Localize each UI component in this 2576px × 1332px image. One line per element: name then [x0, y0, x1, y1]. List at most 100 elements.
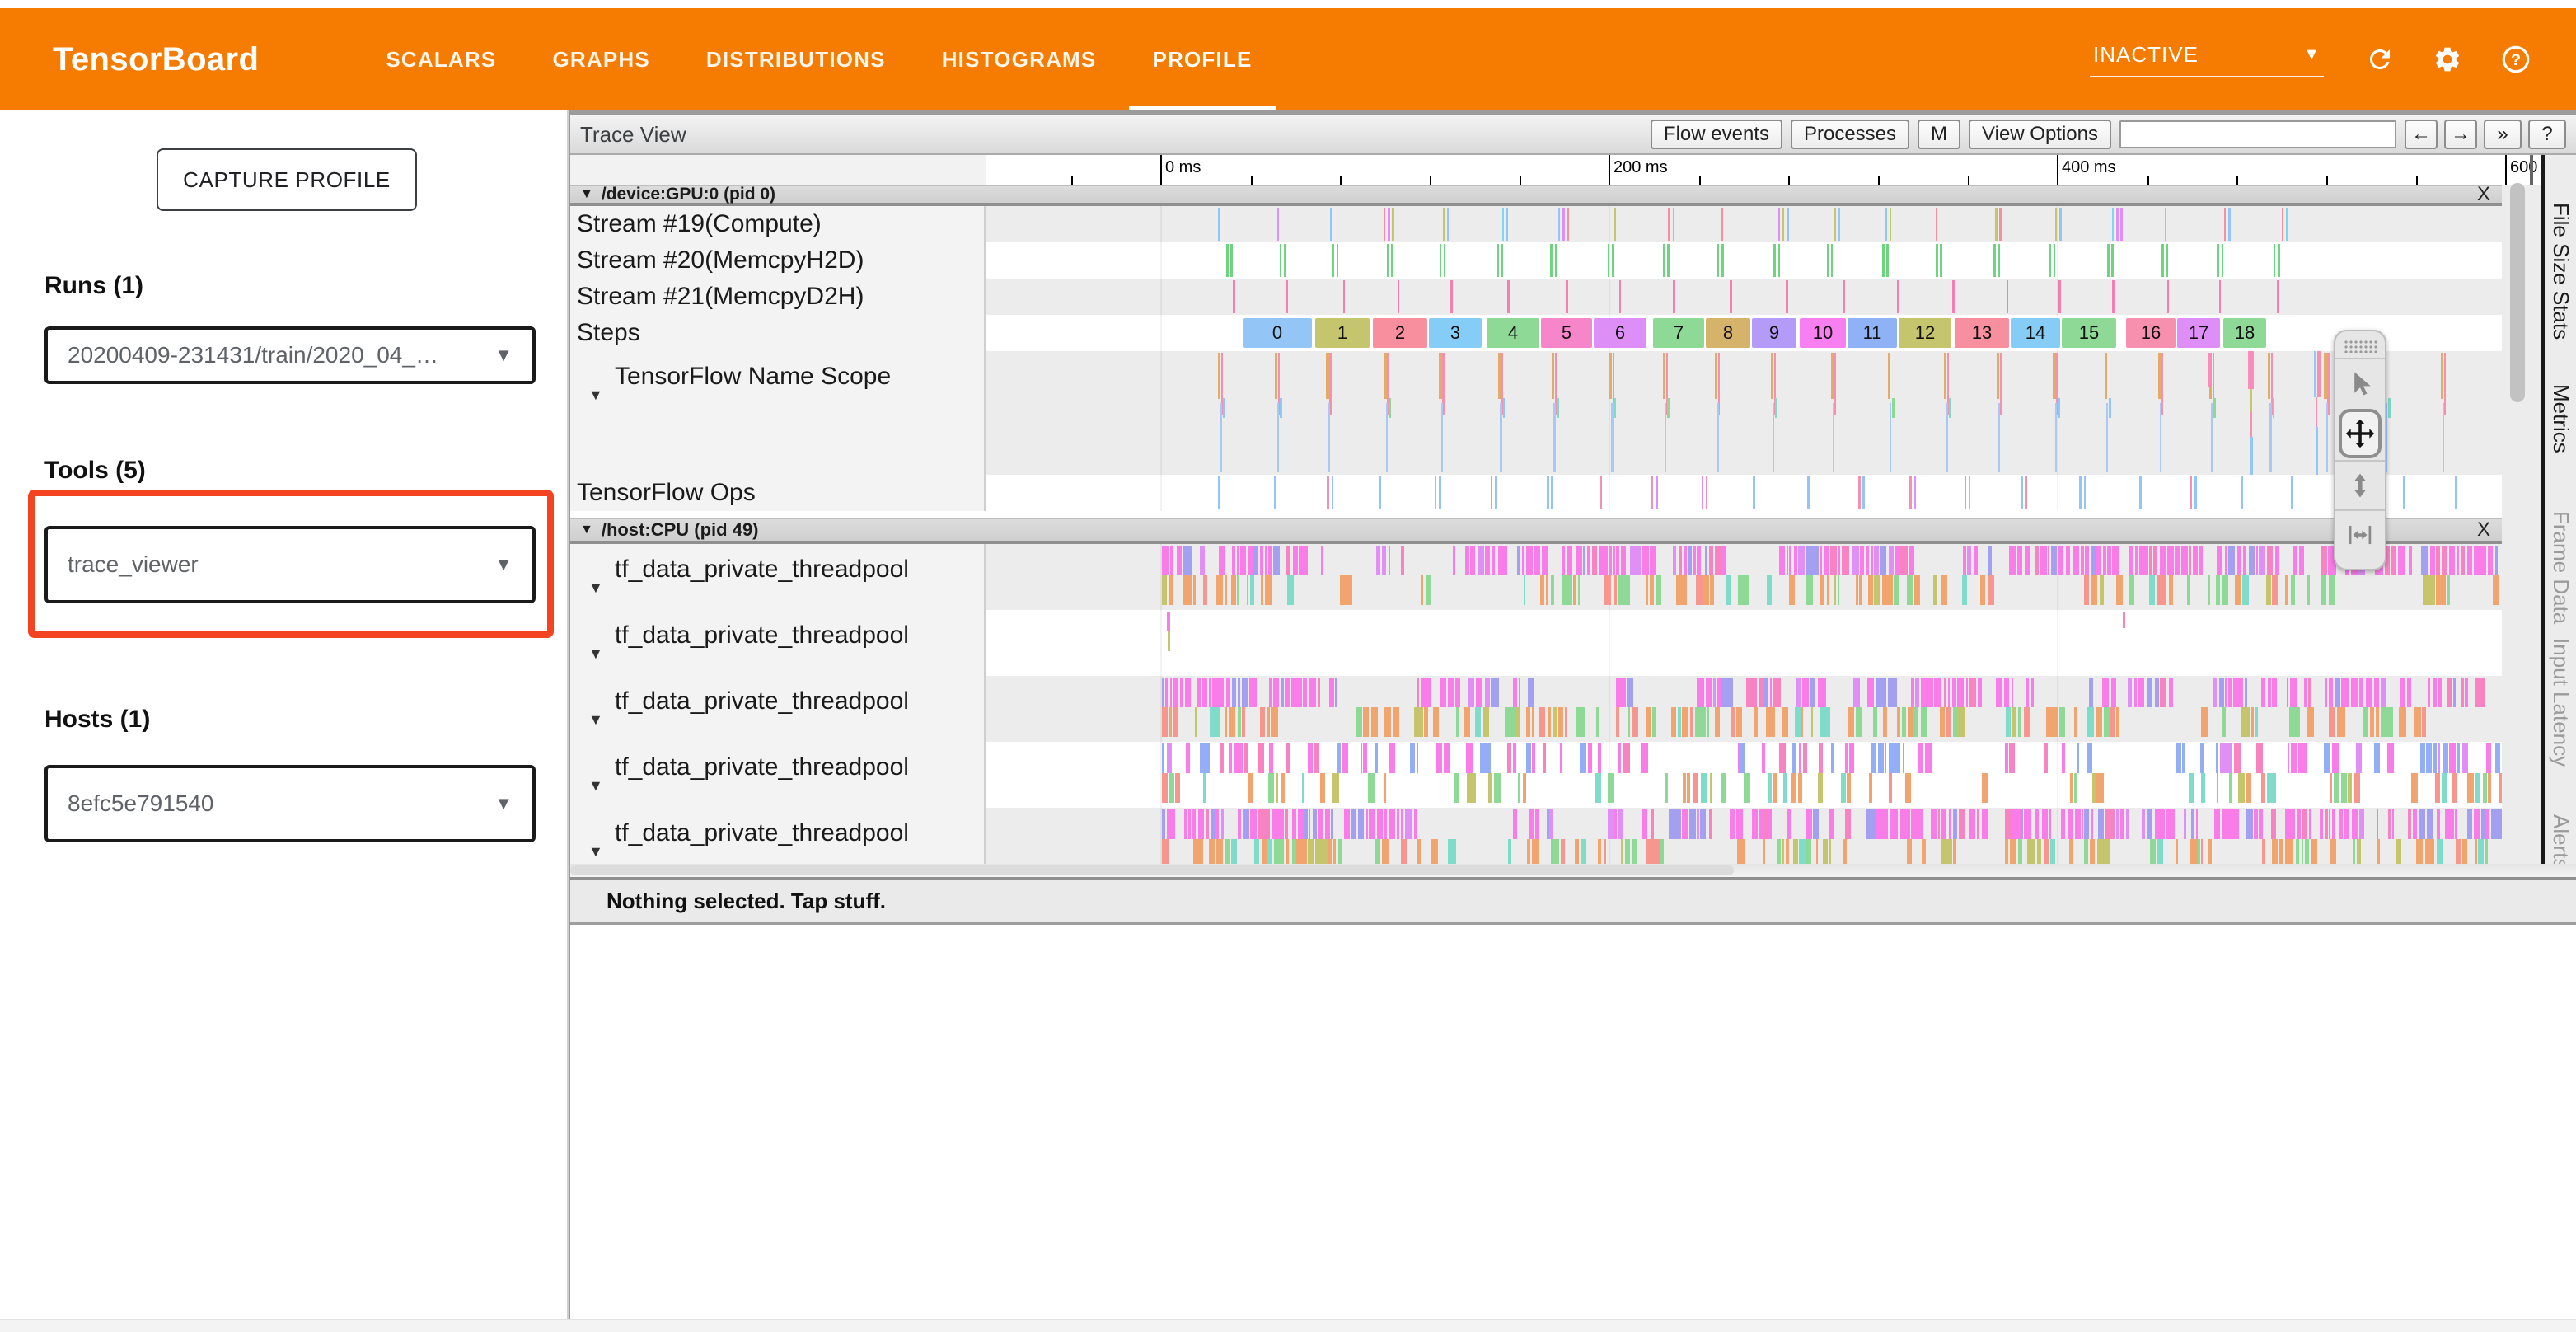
trace-event[interactable]: [1650, 575, 1654, 605]
trace-event[interactable]: [1849, 743, 1853, 773]
trace-event[interactable]: [1612, 244, 1614, 277]
trace-event[interactable]: [1436, 743, 1442, 773]
trace-event[interactable]: [2134, 678, 2137, 707]
trace-event[interactable]: [1966, 678, 1968, 707]
trace-event[interactable]: [2285, 839, 2293, 864]
zoom-tool-icon[interactable]: [2335, 460, 2385, 509]
trace-event[interactable]: [1853, 678, 1860, 707]
trace-event[interactable]: [1736, 707, 1743, 737]
trace-event[interactable]: [1250, 809, 1257, 839]
trace-event[interactable]: [2005, 743, 2009, 773]
trace-event[interactable]: [2403, 476, 2405, 509]
trace-event[interactable]: [1532, 743, 1535, 773]
trace-event[interactable]: [1248, 773, 1253, 803]
trace-event[interactable]: [1162, 743, 1164, 773]
trace-event[interactable]: [1847, 773, 1851, 803]
trace-event[interactable]: [2225, 546, 2227, 575]
trace-event[interactable]: [1281, 678, 1284, 707]
trace-event[interactable]: [2427, 809, 2433, 839]
trace-event[interactable]: [1562, 208, 1565, 241]
trace-event[interactable]: [1782, 839, 1784, 864]
trace-event[interactable]: [1162, 809, 1165, 839]
trace-event[interactable]: [1665, 403, 1666, 472]
trace-event[interactable]: [2452, 773, 2457, 803]
trace-event[interactable]: [2285, 809, 2295, 839]
trace-event[interactable]: [1223, 398, 1225, 418]
trace-event[interactable]: [1651, 809, 1654, 839]
trace-event[interactable]: [1706, 678, 1712, 707]
trace-event[interactable]: [1268, 546, 1272, 575]
trace-event[interactable]: [2455, 809, 2457, 839]
trace-event[interactable]: [2112, 280, 2115, 313]
trace-event[interactable]: [2229, 773, 2232, 803]
trace-event[interactable]: [1628, 707, 1630, 737]
trace-event[interactable]: [1343, 280, 1346, 313]
trace-event[interactable]: [2084, 575, 2089, 605]
trace-event[interactable]: [1948, 678, 1951, 707]
trace-event[interactable]: [2251, 707, 2254, 737]
trace-event[interactable]: [1233, 280, 1235, 313]
capture-profile-button[interactable]: CAPTURE PROFILE: [157, 148, 417, 211]
trace-event[interactable]: [1313, 809, 1317, 839]
trace-event[interactable]: [2332, 809, 2334, 839]
trace-event[interactable]: [2325, 809, 2328, 839]
track-timeline[interactable]: [986, 742, 2502, 808]
trace-event[interactable]: [1234, 743, 1244, 773]
trace-event[interactable]: [1889, 743, 1895, 773]
trace-event[interactable]: [2037, 839, 2041, 864]
trace-event[interactable]: [1328, 403, 1330, 472]
trace-event[interactable]: [2274, 244, 2276, 277]
trace-event[interactable]: [1226, 244, 1229, 277]
trace-event[interactable]: [2238, 773, 2245, 803]
trace-event[interactable]: [2075, 809, 2081, 839]
trace-event[interactable]: [1575, 839, 1579, 864]
trace-event[interactable]: [1500, 403, 1501, 472]
trace-event[interactable]: [1843, 280, 1845, 313]
trace-event[interactable]: [1789, 546, 1791, 575]
trace-event[interactable]: [1949, 809, 1951, 839]
trace-event[interactable]: [1444, 244, 1446, 277]
trace-event[interactable]: [2217, 546, 2223, 575]
trace-event[interactable]: [2025, 546, 2030, 575]
trace-event[interactable]: [1160, 475, 1162, 511]
trace-event[interactable]: [2381, 678, 2386, 707]
step-block[interactable]: 4: [1487, 318, 1539, 348]
trace-event[interactable]: [1823, 839, 1828, 864]
trace-event[interactable]: [2268, 678, 2271, 707]
trace-event[interactable]: [1562, 575, 1571, 605]
trace-event[interactable]: [1384, 208, 1386, 241]
trace-event[interactable]: [2147, 809, 2152, 839]
trace-event[interactable]: [1225, 575, 1226, 605]
trace-event[interactable]: [2304, 678, 2307, 707]
trace-event[interactable]: [1173, 707, 1178, 737]
trace-event[interactable]: [1621, 839, 1623, 864]
trace-event[interactable]: [2059, 208, 2062, 241]
trace-event[interactable]: [2423, 575, 2435, 605]
trace-event[interactable]: [1802, 678, 1809, 707]
trace-event[interactable]: [1375, 839, 1380, 864]
trace-event[interactable]: [1953, 809, 1957, 839]
trace-event[interactable]: [1921, 678, 1932, 707]
trace-event[interactable]: [2250, 412, 2252, 437]
trace-event[interactable]: [1543, 743, 1546, 773]
trace-event[interactable]: [2307, 707, 2314, 737]
trace-event[interactable]: [1528, 678, 1534, 707]
trace-event[interactable]: [1795, 707, 1801, 737]
trace-event[interactable]: [1268, 773, 1274, 803]
trace-event[interactable]: [2009, 546, 2016, 575]
trace-event[interactable]: [1351, 809, 1356, 839]
trace-event[interactable]: [1909, 476, 1912, 509]
trace-event[interactable]: [2191, 809, 2194, 839]
trace-event[interactable]: [1963, 546, 1965, 575]
trace-event[interactable]: [1940, 244, 1942, 277]
trace-event[interactable]: [1417, 743, 1419, 773]
trace-event[interactable]: [1485, 678, 1490, 707]
step-block[interactable]: 3: [1429, 318, 1482, 348]
trace-event[interactable]: [1940, 707, 1945, 737]
trace-event[interactable]: [1185, 678, 1191, 707]
step-block[interactable]: 17: [2177, 318, 2220, 348]
trace-event[interactable]: [1302, 773, 1304, 803]
trace-event[interactable]: [2044, 743, 2048, 773]
trace-event[interactable]: [1573, 575, 1576, 605]
trace-event[interactable]: [2391, 546, 2396, 575]
